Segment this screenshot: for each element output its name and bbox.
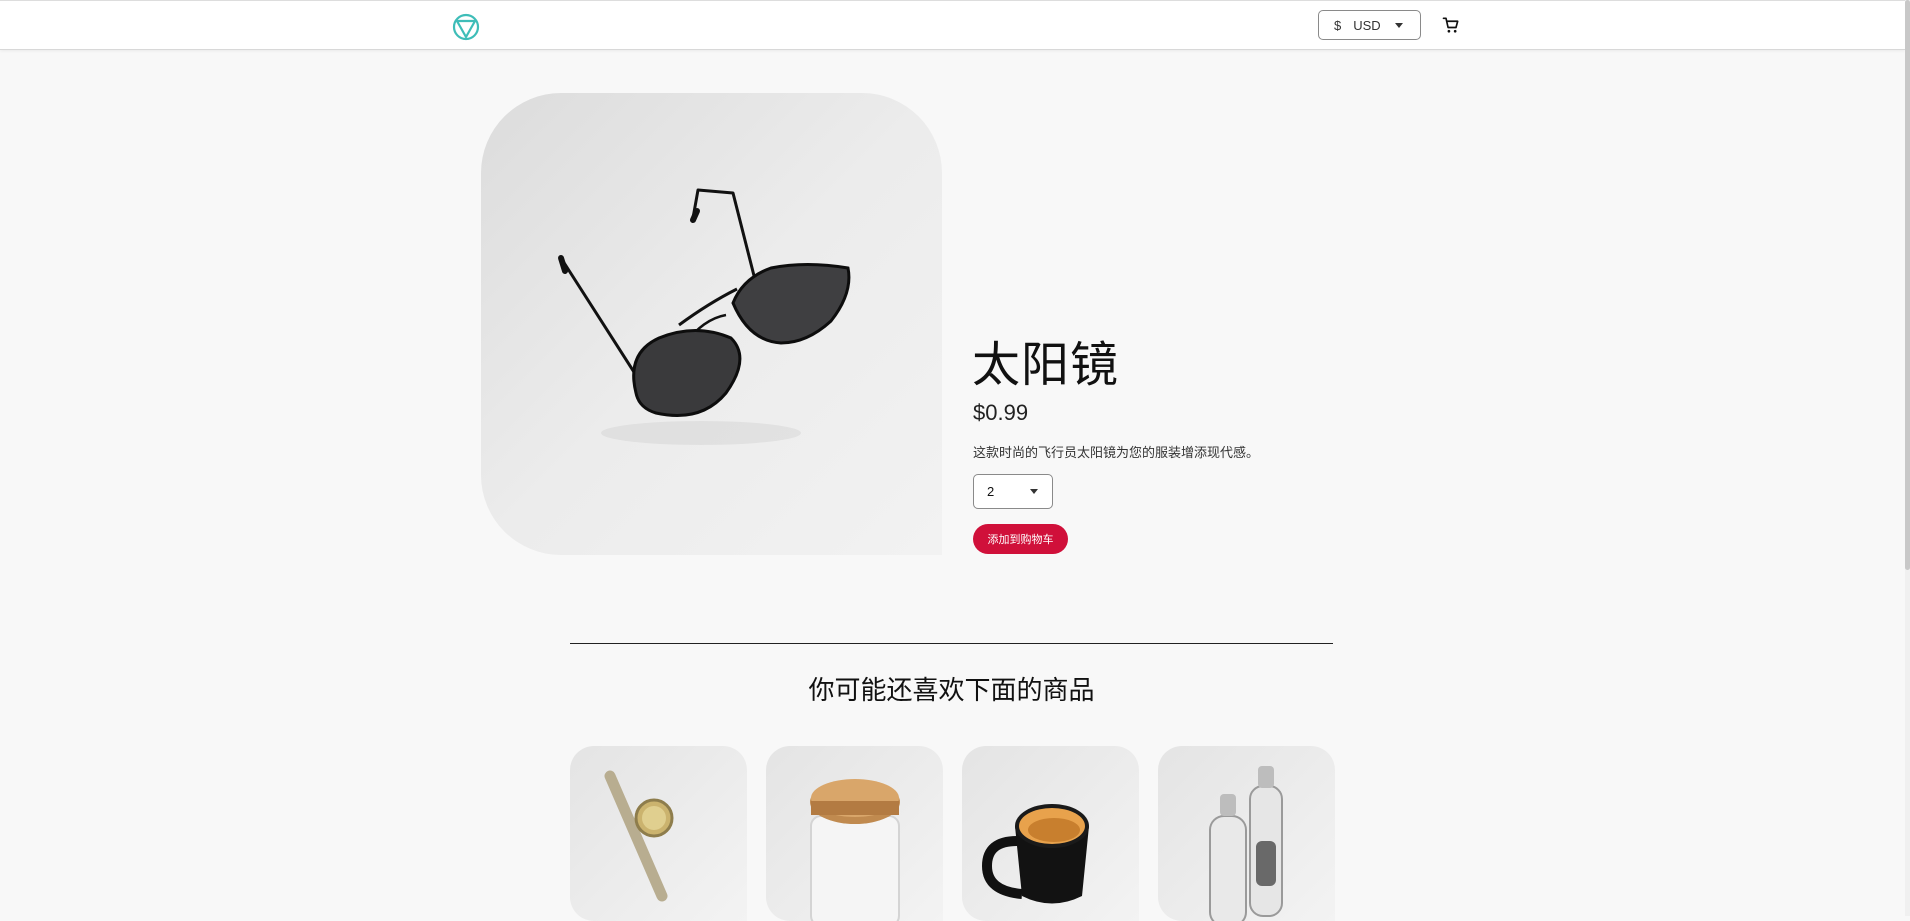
recommendations-title: 你可能还喜欢下面的商品 <box>808 676 1095 706</box>
currency-select[interactable]: $ USD <box>1318 10 1421 40</box>
product-description: 这款时尚的飞行员太阳镜为您的服装增添现代感。 <box>973 446 1260 461</box>
page-scrollbar[interactable] <box>1905 0 1910 916</box>
currency-symbol: $ <box>1334 17 1342 33</box>
quantity-value: 2 <box>987 484 995 499</box>
currency-code: USD <box>1353 17 1381 33</box>
section-divider <box>570 643 1333 644</box>
product-price: $0.99 <box>973 400 1029 425</box>
recommendation-card-shakers[interactable] <box>1158 746 1335 921</box>
scrollbar-thumb[interactable] <box>1905 0 1910 570</box>
product-title: 太阳镜 <box>972 337 1120 393</box>
recommendation-card-jar[interactable] <box>766 746 943 921</box>
quantity-select[interactable]: 2 <box>973 474 1053 509</box>
recommendation-card-mug[interactable] <box>962 746 1139 921</box>
chevron-down-icon <box>1030 489 1039 494</box>
hipster-logo-icon[interactable] <box>452 13 480 41</box>
product-image <box>481 93 942 555</box>
chevron-down-icon <box>1394 22 1403 28</box>
top-header: $ USD <box>0 0 1905 50</box>
recommendation-card-watch[interactable] <box>570 746 747 921</box>
cart-icon[interactable] <box>1441 15 1461 35</box>
add-to-cart-button[interactable]: 添加到购物车 <box>973 524 1068 554</box>
